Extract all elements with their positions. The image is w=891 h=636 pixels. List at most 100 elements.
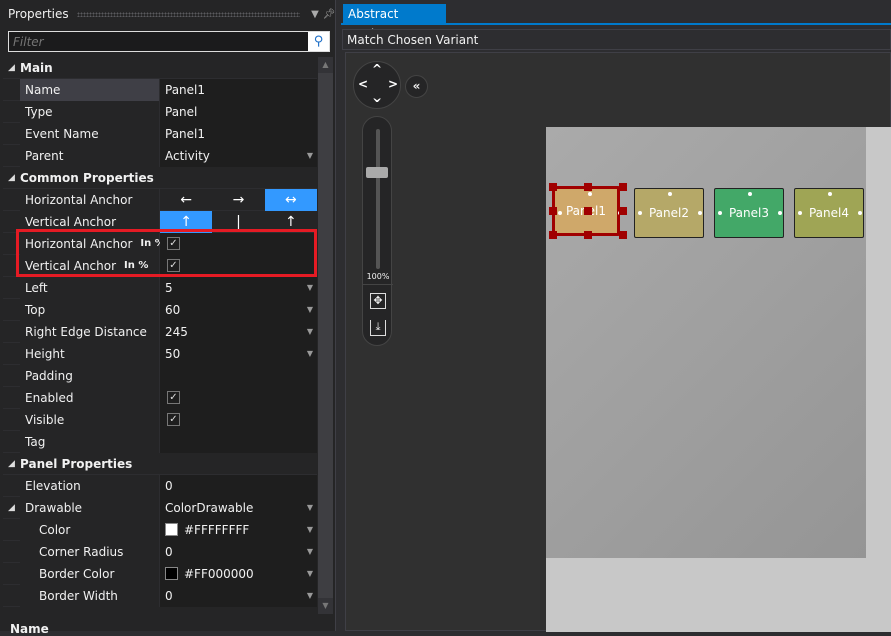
property-row[interactable]: Padding bbox=[3, 364, 317, 387]
scrollbar[interactable]: ▲ ▼ bbox=[318, 57, 333, 614]
designer-panel[interactable]: Panel4 bbox=[794, 188, 864, 238]
chevron-down-icon[interactable]: ▼ bbox=[307, 327, 313, 336]
property-row[interactable]: Enabled ✓ bbox=[3, 386, 317, 409]
expand-triangle-icon[interactable]: ◢ bbox=[3, 63, 20, 73]
pan-left-icon[interactable]: < bbox=[358, 77, 368, 91]
property-value[interactable]: 0 bbox=[160, 474, 317, 497]
zoom-slider-thumb[interactable] bbox=[366, 167, 388, 178]
property-row[interactable]: Event Name Panel1 bbox=[3, 122, 317, 145]
resize-handle[interactable] bbox=[584, 207, 592, 215]
chevron-down-icon[interactable]: ▼ bbox=[307, 591, 313, 600]
property-row[interactable]: Border Color #FF000000 ▼ bbox=[3, 562, 317, 585]
property-value[interactable]: ✓ bbox=[160, 386, 317, 409]
anchor-option-button[interactable]: ← bbox=[160, 189, 212, 211]
pan-up-icon[interactable]: ^ bbox=[372, 62, 382, 76]
anchor-option-button[interactable]: ↔ bbox=[264, 188, 317, 211]
filter-input[interactable] bbox=[9, 32, 308, 51]
chevron-down-icon[interactable]: ▼ bbox=[307, 525, 313, 534]
property-value[interactable]: Panel1 bbox=[160, 78, 317, 101]
designer-panel[interactable]: Panel3 bbox=[714, 188, 784, 238]
tab-abstract-designer[interactable]: Abstract Designer bbox=[343, 4, 446, 41]
checkbox[interactable]: ✓ bbox=[167, 391, 180, 404]
resize-handle[interactable] bbox=[619, 207, 627, 215]
property-value[interactable]: #FFFFFFFF bbox=[160, 518, 317, 541]
property-name: Height bbox=[20, 342, 160, 365]
category-header[interactable]: ◢ Panel Properties bbox=[3, 453, 317, 475]
category-header[interactable]: ◢ Main bbox=[3, 57, 317, 79]
property-row[interactable]: Name Panel1 bbox=[3, 78, 317, 101]
property-row[interactable]: Top 60 ▼ bbox=[3, 298, 317, 321]
fit-to-screen-icon[interactable]: ✥ bbox=[370, 293, 386, 309]
property-value[interactable]: 60 bbox=[160, 298, 317, 321]
export-icon[interactable]: ⤓ bbox=[370, 320, 386, 336]
property-row[interactable]: Right Edge Distance 245 ▼ bbox=[3, 320, 317, 343]
color-swatch[interactable] bbox=[165, 523, 178, 536]
property-value[interactable]: Activity bbox=[160, 144, 317, 167]
property-row[interactable]: Type Panel bbox=[3, 100, 317, 123]
scroll-down-icon[interactable]: ▼ bbox=[318, 598, 333, 614]
resize-handle[interactable] bbox=[619, 231, 627, 239]
property-row[interactable]: Elevation 0 bbox=[3, 474, 317, 497]
chevron-down-icon[interactable]: ▼ bbox=[307, 503, 313, 512]
property-row[interactable]: Border Width 0 ▼ bbox=[3, 584, 317, 607]
variant-toolbar[interactable]: Match Chosen Variant bbox=[342, 29, 891, 50]
property-row[interactable]: Corner Radius 0 ▼ bbox=[3, 540, 317, 563]
drag-grip[interactable] bbox=[76, 11, 300, 17]
property-row[interactable]: Left 5 ▼ bbox=[3, 276, 317, 299]
property-value[interactable]: Panel bbox=[160, 100, 317, 123]
property-value[interactable]: 0 bbox=[160, 540, 317, 563]
scroll-up-icon[interactable]: ▲ bbox=[318, 57, 333, 73]
panel-label: Panel2 bbox=[648, 206, 689, 220]
chevron-down-icon[interactable]: ▼ bbox=[307, 305, 313, 314]
chevron-down-icon[interactable]: ▼ bbox=[307, 349, 313, 358]
resize-handle[interactable] bbox=[549, 231, 557, 239]
property-row[interactable]: ◢ Drawable ColorDrawable ▼ bbox=[3, 496, 317, 519]
designer-canvas[interactable]: ^ < > ^ « 100% ✥ ⤓ Panel1 Panel2 Panel3 Pan… bbox=[345, 52, 891, 632]
property-row[interactable]: Parent Activity ▼ bbox=[3, 144, 317, 167]
expand-triangle-icon[interactable]: ◢ bbox=[3, 459, 20, 469]
anchor-option-button[interactable]: → bbox=[212, 189, 264, 211]
property-row[interactable]: Tag bbox=[3, 430, 317, 453]
search-icon[interactable]: ⚲ bbox=[308, 32, 329, 51]
checkbox[interactable]: ✓ bbox=[167, 413, 180, 426]
pan-down-icon[interactable]: ^ bbox=[372, 90, 382, 104]
property-row[interactable]: Horizontal Anchor ← → ↔ bbox=[3, 188, 317, 211]
designer-panel[interactable]: Panel1 bbox=[549, 183, 627, 239]
property-value[interactable]: 5 bbox=[160, 276, 317, 299]
property-value[interactable]: #FF000000 bbox=[160, 562, 317, 585]
chevron-down-icon[interactable]: ▼ bbox=[307, 151, 313, 160]
collapse-button[interactable]: « bbox=[405, 75, 428, 98]
property-value[interactable]: Panel1 bbox=[160, 122, 317, 145]
property-value[interactable]: 50 bbox=[160, 342, 317, 365]
pan-right-icon[interactable]: > bbox=[388, 77, 398, 91]
property-row[interactable]: Height 50 ▼ bbox=[3, 342, 317, 365]
property-value[interactable]: ColorDrawable bbox=[160, 496, 317, 519]
chevron-down-icon[interactable]: ▼ bbox=[307, 283, 313, 292]
chevron-down-icon[interactable]: ▼ bbox=[308, 9, 322, 20]
designer-panel[interactable]: Panel2 bbox=[634, 188, 704, 238]
zoom-slider[interactable] bbox=[376, 129, 380, 269]
pin-icon[interactable]: 📌︎ bbox=[322, 9, 336, 20]
resize-handle[interactable] bbox=[584, 231, 592, 239]
property-value[interactable]: 245 bbox=[160, 320, 317, 343]
property-row[interactable]: Visible ✓ bbox=[3, 408, 317, 431]
property-row[interactable]: Color #FFFFFFFF ▼ bbox=[3, 518, 317, 541]
pan-control[interactable]: ^ < > ^ bbox=[353, 61, 401, 109]
expand-triangle-icon[interactable]: ◢ bbox=[3, 503, 20, 513]
property-value[interactable] bbox=[160, 430, 317, 453]
property-value[interactable]: 0 bbox=[160, 584, 317, 607]
category-label: Common Properties bbox=[20, 170, 154, 185]
expand-triangle-icon[interactable]: ◢ bbox=[3, 173, 20, 183]
chevron-down-icon[interactable]: ▼ bbox=[307, 547, 313, 556]
category-header[interactable]: ◢ Common Properties bbox=[3, 167, 317, 189]
resize-handle[interactable] bbox=[549, 183, 557, 191]
chevron-down-icon[interactable]: ▼ bbox=[307, 569, 313, 578]
resize-handle[interactable] bbox=[549, 207, 557, 215]
property-name: Parent bbox=[20, 144, 160, 167]
color-swatch[interactable] bbox=[165, 567, 178, 580]
property-value[interactable] bbox=[160, 364, 317, 387]
property-value[interactable]: ✓ bbox=[160, 408, 317, 431]
divider bbox=[363, 284, 393, 285]
resize-handle[interactable] bbox=[584, 183, 592, 191]
resize-handle[interactable] bbox=[619, 183, 627, 191]
